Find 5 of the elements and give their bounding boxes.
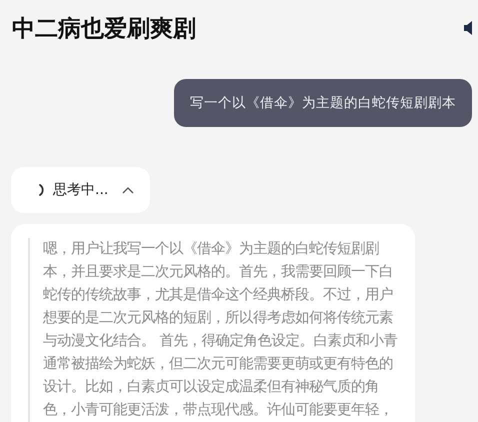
chevron-icon [122,186,134,194]
reasoning-text: 嗯，用户让我写一个以《借伞》为主题的白蛇传短剧剧 本，并且要求是二次元风格的。首先，我需要回顾一下白 蛇传的传统故事，尤其是借伞这个经典桥段。不过，用户 想要的是二次元风格的短剧，所以得考虑如何将传统元素 与动漫文化结合。 首先，得确定角色设定。白素贞和小青 通常被描绘为蛇妖，但二次元可能需要更萌或更有特色的 设计。比如，白素贞可以设定成温柔但有神秘气质的角 色，小青可能更活泼，带点现代感。许仙可能要更年轻， [28,238,415,422]
page-title: 中二病也爱刷爽剧 [12,14,196,44]
thinking-toggle[interactable]: 思考中... [11,167,150,213]
user-message: 写一个以《借伞》为主题的白蛇传短剧剧本 [174,79,472,127]
